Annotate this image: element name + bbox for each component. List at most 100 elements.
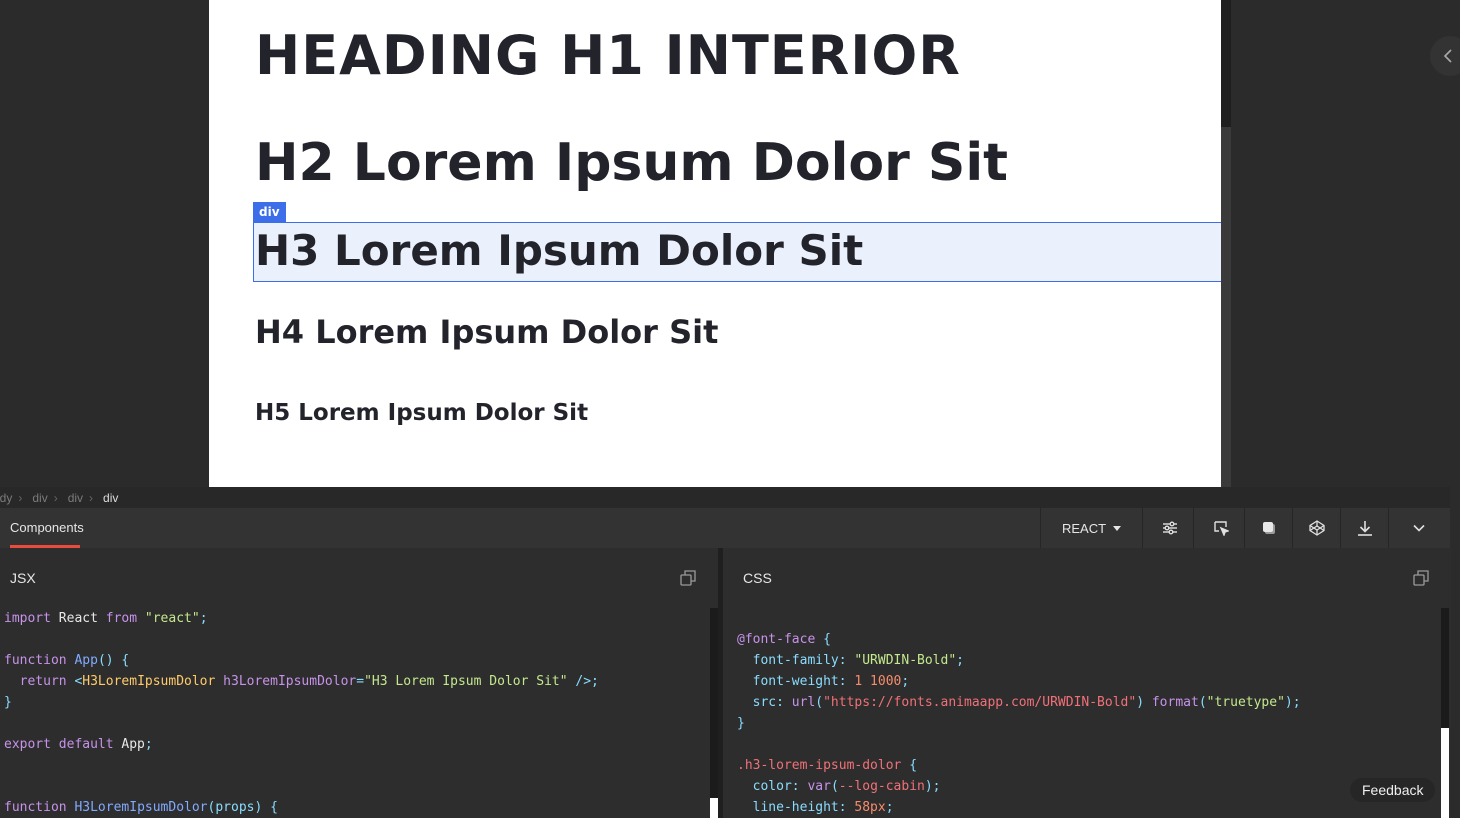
breadcrumb-item-div[interactable]: div: [68, 491, 83, 505]
code-token: "truetype": [1206, 695, 1285, 710]
chevron-left-icon: [1443, 49, 1452, 63]
code-token: 1 1000: [854, 674, 902, 689]
breadcrumb: ody › div › div › div: [0, 487, 1450, 508]
code-token: import: [4, 611, 51, 626]
code-token: :: [791, 779, 808, 794]
code-token: format: [1151, 695, 1199, 710]
download-icon: [1357, 521, 1372, 536]
tab-components[interactable]: Components: [10, 508, 84, 548]
code-token: @font-face: [737, 632, 816, 647]
code-token: H3LoremIpsumDolor: [82, 674, 216, 689]
code-token: />;: [567, 674, 599, 689]
layers-icon: [1262, 522, 1275, 534]
selection-tag: div: [253, 202, 286, 222]
framework-label: REACT: [1061, 520, 1107, 536]
code-toolbar: Components REACT: [0, 508, 1450, 548]
code-token: src: [737, 695, 777, 710]
breadcrumb-item-div[interactable]: div: [32, 491, 47, 505]
code-token: :: [776, 695, 792, 710]
chevron-right-icon: ›: [53, 490, 58, 505]
artboard-canvas[interactable]: HEADING H1 INTERIOR H2 Lorem Ipsum Dolor…: [209, 0, 1221, 487]
code-token: ;: [144, 737, 153, 752]
code-token: .h3-lorem-ipsum-dolor: [737, 758, 902, 773]
chevron-right-icon: ›: [18, 490, 23, 505]
code-token: (: [830, 779, 839, 794]
heading-h2[interactable]: H2 Lorem Ipsum Dolor Sit: [255, 133, 1008, 193]
code-token: return: [4, 674, 75, 689]
css-scrollbar-track[interactable]: [1441, 608, 1449, 728]
heading-h4[interactable]: H4 Lorem Ipsum Dolor Sit: [255, 313, 718, 351]
chevron-right-icon: ›: [89, 490, 94, 505]
code-token: () {: [97, 653, 130, 668]
code-token: App: [66, 653, 98, 668]
code-token: H3LoremIpsumDolor: [66, 800, 208, 815]
code-token: function: [4, 653, 67, 668]
collapse-panel-button[interactable]: [1430, 36, 1460, 76]
code-token: {: [901, 758, 918, 773]
chevron-down-icon: [1413, 524, 1425, 532]
more-options-button[interactable]: [1395, 508, 1443, 548]
caret-down-icon: [1113, 525, 1122, 531]
code-token: ;: [901, 674, 910, 689]
code-token: );: [924, 779, 941, 794]
code-token: :: [838, 653, 855, 668]
inspect-cursor-icon: [1213, 521, 1229, 536]
jsx-scrollbar-track[interactable]: [710, 608, 718, 818]
heading-h3[interactable]: H3 Lorem Ipsum Dolor Sit: [255, 226, 863, 275]
css-panel-title: CSS: [743, 570, 772, 586]
code-token: );: [1284, 695, 1301, 710]
jsx-panel-title: JSX: [10, 570, 36, 586]
code-token: }: [4, 695, 12, 710]
code-token: from: [105, 611, 138, 626]
code-token: 58px: [854, 800, 886, 815]
code-token: color: [737, 779, 792, 794]
code-token: :: [838, 674, 855, 689]
jsx-scrollbar-thumb[interactable]: [710, 798, 718, 818]
copy-icon[interactable]: [1413, 570, 1429, 586]
settings-button[interactable]: [1146, 508, 1194, 548]
codepen-icon: [1308, 520, 1325, 536]
code-token: url: [791, 695, 816, 710]
inspect-button[interactable]: [1197, 508, 1245, 548]
code-token: "https://fonts.animaapp.com/URWDIN-Bold": [823, 695, 1137, 710]
code-token: {: [815, 632, 831, 647]
code-token: App: [113, 737, 145, 752]
code-token: :: [838, 800, 855, 815]
feedback-button[interactable]: Feedback: [1350, 778, 1436, 802]
code-token: var: [807, 779, 831, 794]
css-scrollbar-thumb[interactable]: [1441, 728, 1449, 818]
download-button[interactable]: [1341, 508, 1389, 548]
design-preview: HEADING H1 INTERIOR H2 Lorem Ipsum Dolor…: [0, 0, 1460, 487]
code-token: line-height: [737, 800, 839, 815]
framework-dropdown[interactable]: REACT: [1040, 508, 1143, 548]
css-code-panel: CSS @font-face { font-family: "URWDIN-Bo…: [723, 548, 1451, 818]
preview-scrollbar-thumb[interactable]: [1221, 0, 1231, 127]
heading-h5[interactable]: H5 Lorem Ipsum Dolor Sit: [255, 400, 588, 426]
code-token: }: [737, 716, 745, 731]
code-token: h3LoremIpsumDolor: [215, 674, 357, 689]
code-token: "H3 Lorem Ipsum Dolor Sit": [364, 674, 568, 689]
code-token: "react": [144, 611, 200, 626]
export-layer-button[interactable]: [1245, 508, 1293, 548]
code-token: =: [356, 674, 365, 689]
code-token: (props) {: [207, 800, 278, 815]
css-code-block[interactable]: @font-face { font-family: "URWDIN-Bold";…: [737, 629, 1301, 818]
code-token: ;: [885, 800, 894, 815]
code-token: ;: [956, 653, 964, 668]
code-token: export default: [4, 737, 114, 752]
breadcrumb-item-current[interactable]: div: [103, 491, 118, 505]
code-token: ;: [199, 611, 208, 626]
copy-icon[interactable]: [680, 570, 696, 586]
code-token: "URWDIN-Bold": [854, 653, 957, 668]
code-token: --log-cabin: [838, 779, 925, 794]
jsx-code-panel: JSX import React from "react"; function …: [0, 548, 718, 818]
breadcrumb-item-body[interactable]: ody: [0, 491, 12, 505]
code-token: font-family: [737, 653, 839, 668]
heading-h1[interactable]: HEADING H1 INTERIOR: [255, 24, 961, 87]
codepen-button[interactable]: [1293, 508, 1341, 548]
jsx-code-block[interactable]: import React from "react"; function App(…: [4, 608, 599, 818]
code-token: function: [4, 800, 67, 815]
sliders-icon: [1162, 521, 1177, 535]
code-token: React: [50, 611, 106, 626]
code-token: (: [815, 695, 824, 710]
